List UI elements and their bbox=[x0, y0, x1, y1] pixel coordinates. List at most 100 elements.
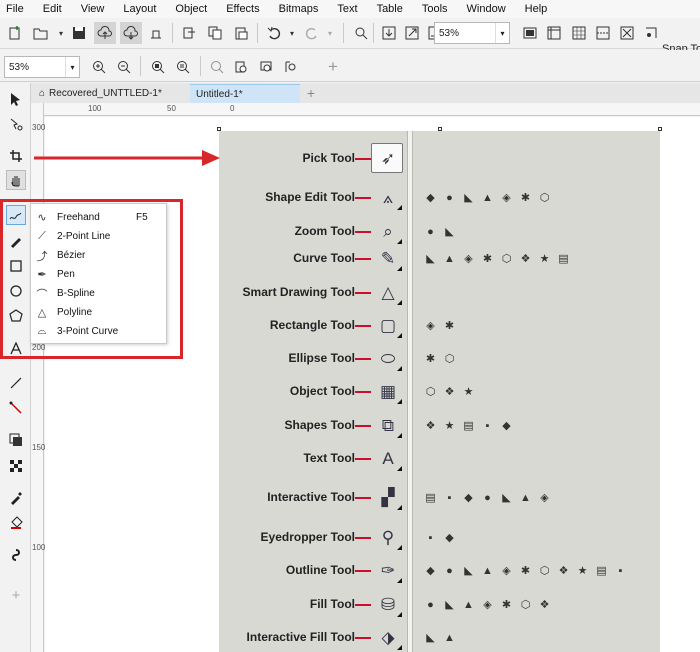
horizontal-ruler[interactable]: 100 50 0 bbox=[44, 103, 700, 116]
figure-subtool-icon: ◈ bbox=[483, 599, 492, 611]
zoom-width-icon[interactable] bbox=[232, 58, 250, 76]
figure-tool-label: Pick Tool bbox=[302, 151, 355, 165]
save-icon[interactable] bbox=[70, 24, 88, 42]
figure-connector-line bbox=[355, 637, 371, 639]
grid-icon[interactable] bbox=[570, 24, 588, 42]
zoom-fit-icon[interactable] bbox=[282, 58, 300, 76]
guidelines-icon[interactable] bbox=[594, 24, 612, 42]
full-screen-icon[interactable] bbox=[521, 24, 539, 42]
menu-object[interactable]: Object bbox=[175, 3, 207, 15]
menu-effects[interactable]: Effects bbox=[226, 3, 259, 15]
menu-window[interactable]: Window bbox=[467, 3, 506, 15]
flyout-item-polyline[interactable]: △ Polyline bbox=[31, 303, 168, 322]
zoom-level-combo[interactable]: 53% ▾ bbox=[434, 22, 510, 44]
figure-tool-label: Curve Tool bbox=[293, 251, 355, 265]
cloud-download-icon[interactable] bbox=[120, 22, 142, 44]
chevron-down-icon[interactable]: ▾ bbox=[495, 23, 509, 43]
new-icon[interactable] bbox=[6, 24, 24, 42]
zoom-all-icon[interactable] bbox=[174, 58, 192, 76]
menu-tools[interactable]: Tools bbox=[422, 3, 448, 15]
vertical-ruler[interactable]: 300 250 200 150 100 bbox=[31, 103, 45, 652]
chevron-down-icon[interactable]: ▾ bbox=[321, 24, 339, 42]
dimension-tool-icon[interactable] bbox=[6, 373, 26, 393]
snap-icon[interactable] bbox=[642, 24, 660, 42]
export-icon[interactable] bbox=[403, 24, 421, 42]
zoom-in-icon[interactable] bbox=[90, 58, 108, 76]
crop-tool-icon[interactable] bbox=[6, 146, 26, 166]
figure-subtool-icon: ▪ bbox=[485, 419, 490, 432]
figure-tool-icon: ▢ bbox=[374, 314, 402, 338]
figure-row: Zoom Tool ⌕ ● ◣ bbox=[219, 220, 660, 244]
figure-subtool-icon: ◈ bbox=[426, 320, 435, 332]
flyout-item-freehand[interactable]: ∿ Freehand F5 bbox=[31, 208, 168, 227]
redo-icon[interactable] bbox=[303, 24, 321, 42]
figure-subtool-icon: ⬡ bbox=[520, 599, 531, 611]
smart-fill-icon[interactable] bbox=[6, 545, 26, 565]
options-icon[interactable] bbox=[618, 24, 636, 42]
fill-tool-icon[interactable] bbox=[6, 513, 26, 533]
cut-icon[interactable] bbox=[180, 24, 198, 42]
flyout-indicator-icon bbox=[397, 612, 402, 617]
tab-recovered[interactable]: ⌂ Recovered_UNTTLED-1* bbox=[33, 84, 189, 103]
chevron-down-icon[interactable]: ▾ bbox=[52, 24, 70, 42]
menu-text[interactable]: Text bbox=[337, 3, 357, 15]
zoom-height-icon[interactable] bbox=[257, 58, 275, 76]
pick-tool-icon[interactable] bbox=[6, 89, 26, 109]
zoom-page-icon[interactable] bbox=[208, 58, 226, 76]
figure-subtool-icon: ✱ bbox=[425, 353, 436, 365]
figure-subtool-icon: ▲ bbox=[444, 631, 455, 644]
flyout-item-2-point-line[interactable]: ⟋ 2-Point Line bbox=[31, 227, 168, 246]
flyout-item-b-spline[interactable]: ⌒ B-Spline bbox=[31, 284, 168, 303]
menu-edit[interactable]: Edit bbox=[43, 3, 62, 15]
import-icon[interactable] bbox=[380, 24, 398, 42]
transparency-tool-icon[interactable] bbox=[6, 456, 26, 476]
tab-untitled[interactable]: Untitled-1* bbox=[190, 84, 300, 103]
pan-tool-icon[interactable] bbox=[6, 170, 26, 190]
flyout-item-label: Bézier bbox=[57, 250, 86, 261]
connector-tool-icon[interactable] bbox=[6, 398, 26, 418]
eyedropper-tool-icon[interactable] bbox=[6, 488, 26, 508]
figure-subtool-icon: ✱ bbox=[520, 565, 531, 577]
separator bbox=[257, 23, 258, 43]
zoom-selected-icon[interactable] bbox=[149, 58, 167, 76]
zoom-combo[interactable]: 53% ▾ bbox=[4, 56, 80, 78]
figure-subtool-group: ◈ ✱ bbox=[421, 316, 459, 335]
shadow-tool-icon[interactable] bbox=[6, 430, 26, 450]
menu-table[interactable]: Table bbox=[377, 3, 403, 15]
add-tool-icon[interactable]: + bbox=[6, 585, 26, 605]
flyout-item-3-point-curve[interactable]: ⌓ 3-Point Curve bbox=[31, 322, 168, 341]
publish-icon[interactable] bbox=[147, 24, 165, 42]
freehand-icon: ∿ bbox=[37, 212, 47, 224]
chevron-down-icon[interactable]: ▾ bbox=[65, 57, 79, 77]
shape-tool-icon[interactable] bbox=[6, 114, 26, 134]
chevron-down-icon[interactable]: ▾ bbox=[283, 24, 301, 42]
flyout-indicator-icon bbox=[397, 433, 402, 438]
open-icon[interactable] bbox=[32, 24, 50, 42]
figure-subtool-icon: ▤ bbox=[425, 492, 436, 504]
figure-tool-icon: △ bbox=[374, 281, 402, 305]
menu-file[interactable]: File bbox=[6, 3, 24, 15]
flyout-item-shortcut: F5 bbox=[136, 212, 148, 223]
paste-icon[interactable] bbox=[232, 24, 250, 42]
add-tab-icon[interactable]: + bbox=[303, 85, 319, 101]
undo-icon[interactable] bbox=[265, 24, 283, 42]
rulers-icon[interactable] bbox=[545, 24, 563, 42]
flyout-indicator-icon bbox=[397, 505, 402, 510]
add-icon[interactable]: + bbox=[324, 57, 342, 76]
zoom-out-icon[interactable] bbox=[115, 58, 133, 76]
menu-layout[interactable]: Layout bbox=[123, 3, 156, 15]
document-tabs: ⌂ Recovered_UNTTLED-1* Untitled-1* + bbox=[31, 83, 700, 103]
menu-view[interactable]: View bbox=[81, 3, 105, 15]
cloud-upload-icon[interactable] bbox=[94, 22, 116, 44]
menu-bitmaps[interactable]: Bitmaps bbox=[279, 3, 319, 15]
toolbox-reference-image[interactable]: Pick Tool ➶ Shape Edit Tool ⟑ ◆ ● ◣ ▲ ◈ ✱ ⬡ Zoom To… bbox=[219, 131, 660, 652]
figure-subtool-icon: ◣ bbox=[464, 565, 473, 577]
figure-tool-label: Outline Tool bbox=[285, 563, 355, 577]
flyout-indicator-icon bbox=[397, 545, 402, 550]
figure-tool-label: Shapes Tool bbox=[284, 418, 355, 432]
search-icon[interactable] bbox=[352, 24, 370, 42]
flyout-item-bezier[interactable]: ⤴ Bézier bbox=[31, 246, 168, 265]
menu-help[interactable]: Help bbox=[525, 3, 548, 15]
flyout-item-pen[interactable]: ✒ Pen bbox=[31, 265, 168, 284]
copy-icon[interactable] bbox=[206, 24, 224, 42]
